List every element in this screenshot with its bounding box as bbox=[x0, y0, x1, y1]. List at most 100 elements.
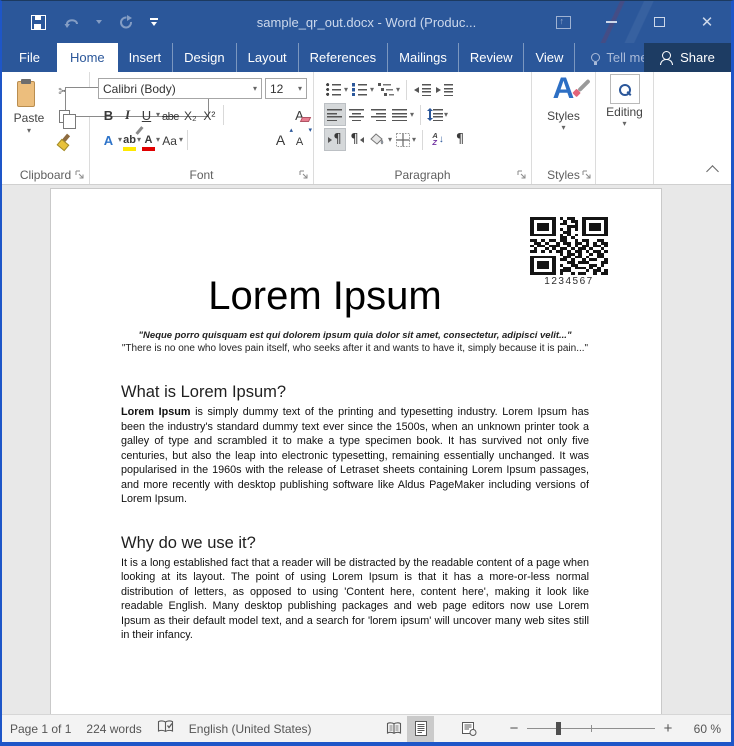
underline-button[interactable]: U bbox=[137, 103, 156, 126]
save-icon bbox=[31, 15, 46, 30]
change-case-button[interactable]: Aa bbox=[160, 128, 179, 151]
tell-me-box[interactable]: Tell me bbox=[591, 43, 647, 72]
paste-button[interactable]: Paste ▾ bbox=[6, 77, 52, 165]
tab-view[interactable]: View bbox=[524, 43, 575, 72]
tab-insert[interactable]: Insert bbox=[118, 43, 174, 72]
document-page[interactable]: 1234567 Lorem Ipsum "Neque porro quisqua… bbox=[50, 188, 662, 714]
clipboard-dialog-launcher[interactable] bbox=[75, 170, 85, 180]
tab-home[interactable]: Home bbox=[57, 43, 118, 72]
customize-qat-button[interactable] bbox=[150, 18, 158, 26]
strikethrough-button[interactable]: abe bbox=[160, 103, 181, 126]
print-layout-button[interactable] bbox=[407, 716, 434, 742]
paragraph-text: is simply dummy text of the printing and… bbox=[121, 406, 589, 505]
left-to-right-button[interactable]: ¶ bbox=[324, 128, 346, 151]
subscript-button[interactable]: X₂ bbox=[181, 103, 200, 126]
styles-letter: A bbox=[553, 72, 575, 105]
italic-button[interactable]: I bbox=[118, 103, 137, 126]
proofing-button[interactable] bbox=[157, 720, 174, 737]
bullets-button[interactable]: ▾ bbox=[324, 78, 350, 101]
undo-icon bbox=[64, 15, 80, 29]
zoom-percentage[interactable]: 60 % bbox=[677, 722, 721, 736]
shrink-font-button[interactable]: A▾ bbox=[290, 128, 309, 151]
line-spacing-lines bbox=[433, 108, 443, 121]
chevron-down-icon[interactable]: ▾ bbox=[179, 136, 183, 144]
minimize-button[interactable] bbox=[587, 1, 635, 43]
multilevel-list-button[interactable]: ▾ bbox=[376, 78, 402, 101]
grow-font-button[interactable]: A▴ bbox=[271, 128, 290, 151]
web-layout-button[interactable] bbox=[456, 716, 483, 742]
increase-indent-icon bbox=[436, 83, 453, 96]
tab-review[interactable]: Review bbox=[459, 43, 525, 72]
show-hide-marks-button[interactable]: ¶ bbox=[449, 128, 471, 151]
undo-button[interactable] bbox=[62, 12, 82, 32]
increase-indent-button[interactable] bbox=[433, 78, 455, 101]
format-painter-button[interactable] bbox=[52, 130, 76, 152]
styles-button[interactable]: A Styles ▾ bbox=[532, 72, 595, 165]
borders-button[interactable]: ▾ bbox=[394, 128, 418, 151]
zoom-slider-handle[interactable] bbox=[556, 722, 561, 735]
right-to-left-button[interactable]: ¶ bbox=[346, 128, 368, 151]
copy-icon bbox=[59, 110, 70, 123]
line-spacing-button[interactable]: ▾ bbox=[425, 103, 450, 126]
tab-design[interactable]: Design bbox=[173, 43, 236, 72]
section-2: Why do we use it? It is a long establish… bbox=[121, 532, 589, 643]
styles-dialog-launcher[interactable] bbox=[582, 170, 592, 180]
chevron-down-icon: ▾ bbox=[622, 120, 626, 128]
align-right-button[interactable] bbox=[368, 103, 390, 126]
undo-caret-icon[interactable] bbox=[96, 20, 102, 24]
collapse-ribbon-button[interactable] bbox=[706, 165, 719, 178]
ribbon-tabs: File Home Insert Design Layout Reference… bbox=[2, 43, 731, 72]
redo-button[interactable] bbox=[116, 12, 136, 32]
paragraph-dialog-launcher[interactable] bbox=[517, 170, 527, 180]
chevron-down-icon bbox=[151, 22, 157, 26]
tab-references[interactable]: References bbox=[299, 43, 388, 72]
close-button[interactable]: ✕ bbox=[683, 1, 731, 43]
section-paragraph: It is a long established fact that a rea… bbox=[121, 556, 589, 643]
pilcrow-icon: ¶ bbox=[456, 132, 464, 147]
ltr-arrow-icon bbox=[328, 137, 332, 143]
tab-file[interactable]: File bbox=[2, 43, 57, 72]
line-spacing-icon bbox=[427, 108, 432, 121]
word-count[interactable]: 224 words bbox=[86, 722, 141, 736]
chevron-down-icon: ▾ bbox=[253, 85, 257, 93]
text-highlight-button[interactable]: ab bbox=[122, 128, 137, 151]
read-mode-button[interactable] bbox=[380, 716, 407, 742]
maximize-button[interactable] bbox=[635, 1, 683, 43]
caret-down-icon: ▾ bbox=[308, 126, 312, 134]
paragraph-row-2: ▾ ▾ bbox=[318, 102, 527, 127]
share-button[interactable]: Share bbox=[644, 43, 731, 72]
ribbon-display-options-button[interactable] bbox=[539, 1, 587, 43]
bullet-list-icon bbox=[326, 83, 342, 96]
language-indicator[interactable]: English (United States) bbox=[189, 722, 312, 736]
bold-button[interactable]: B bbox=[99, 103, 118, 126]
zoom-out-button[interactable]: − bbox=[505, 720, 523, 737]
justify-button[interactable]: ▾ bbox=[390, 103, 416, 126]
qr-block[interactable]: 1234567 bbox=[529, 217, 609, 287]
quote-line-1: "Neque porro quisquam est qui dolorem ip… bbox=[121, 329, 589, 342]
zoom-slider[interactable] bbox=[527, 721, 655, 736]
editing-button[interactable]: Editing ▾ bbox=[596, 72, 653, 165]
align-center-button[interactable] bbox=[346, 103, 368, 126]
tab-layout[interactable]: Layout bbox=[237, 43, 299, 72]
font-size-combobox[interactable]: 12 ▾ bbox=[265, 78, 307, 99]
maximize-icon bbox=[654, 17, 665, 27]
page-indicator[interactable]: Page 1 of 1 bbox=[10, 722, 71, 736]
shading-button[interactable]: ▾ bbox=[368, 128, 394, 151]
sort-button[interactable]: AZ ↓ bbox=[427, 128, 449, 151]
numbering-button[interactable]: ▾ bbox=[350, 78, 376, 101]
editing-group-label bbox=[596, 165, 653, 184]
decrease-indent-button[interactable] bbox=[411, 78, 433, 101]
font-name-combobox[interactable]: Calibri (Body) ▾ bbox=[98, 78, 262, 99]
font-color-button[interactable]: A bbox=[141, 128, 156, 151]
grow-font-letter: A bbox=[276, 132, 285, 148]
status-bar: Page 1 of 1 224 words English (United St… bbox=[2, 714, 731, 742]
tab-mailings[interactable]: Mailings bbox=[388, 43, 459, 72]
align-left-button[interactable] bbox=[324, 103, 346, 126]
save-button[interactable] bbox=[28, 12, 48, 32]
clear-formatting-button[interactable]: A bbox=[290, 103, 309, 126]
zoom-in-button[interactable]: + bbox=[659, 720, 677, 737]
font-dialog-launcher[interactable] bbox=[299, 170, 309, 180]
text-effects-button[interactable]: A bbox=[99, 128, 118, 151]
superscript-button[interactable]: X² bbox=[200, 103, 219, 126]
search-box bbox=[610, 74, 640, 104]
